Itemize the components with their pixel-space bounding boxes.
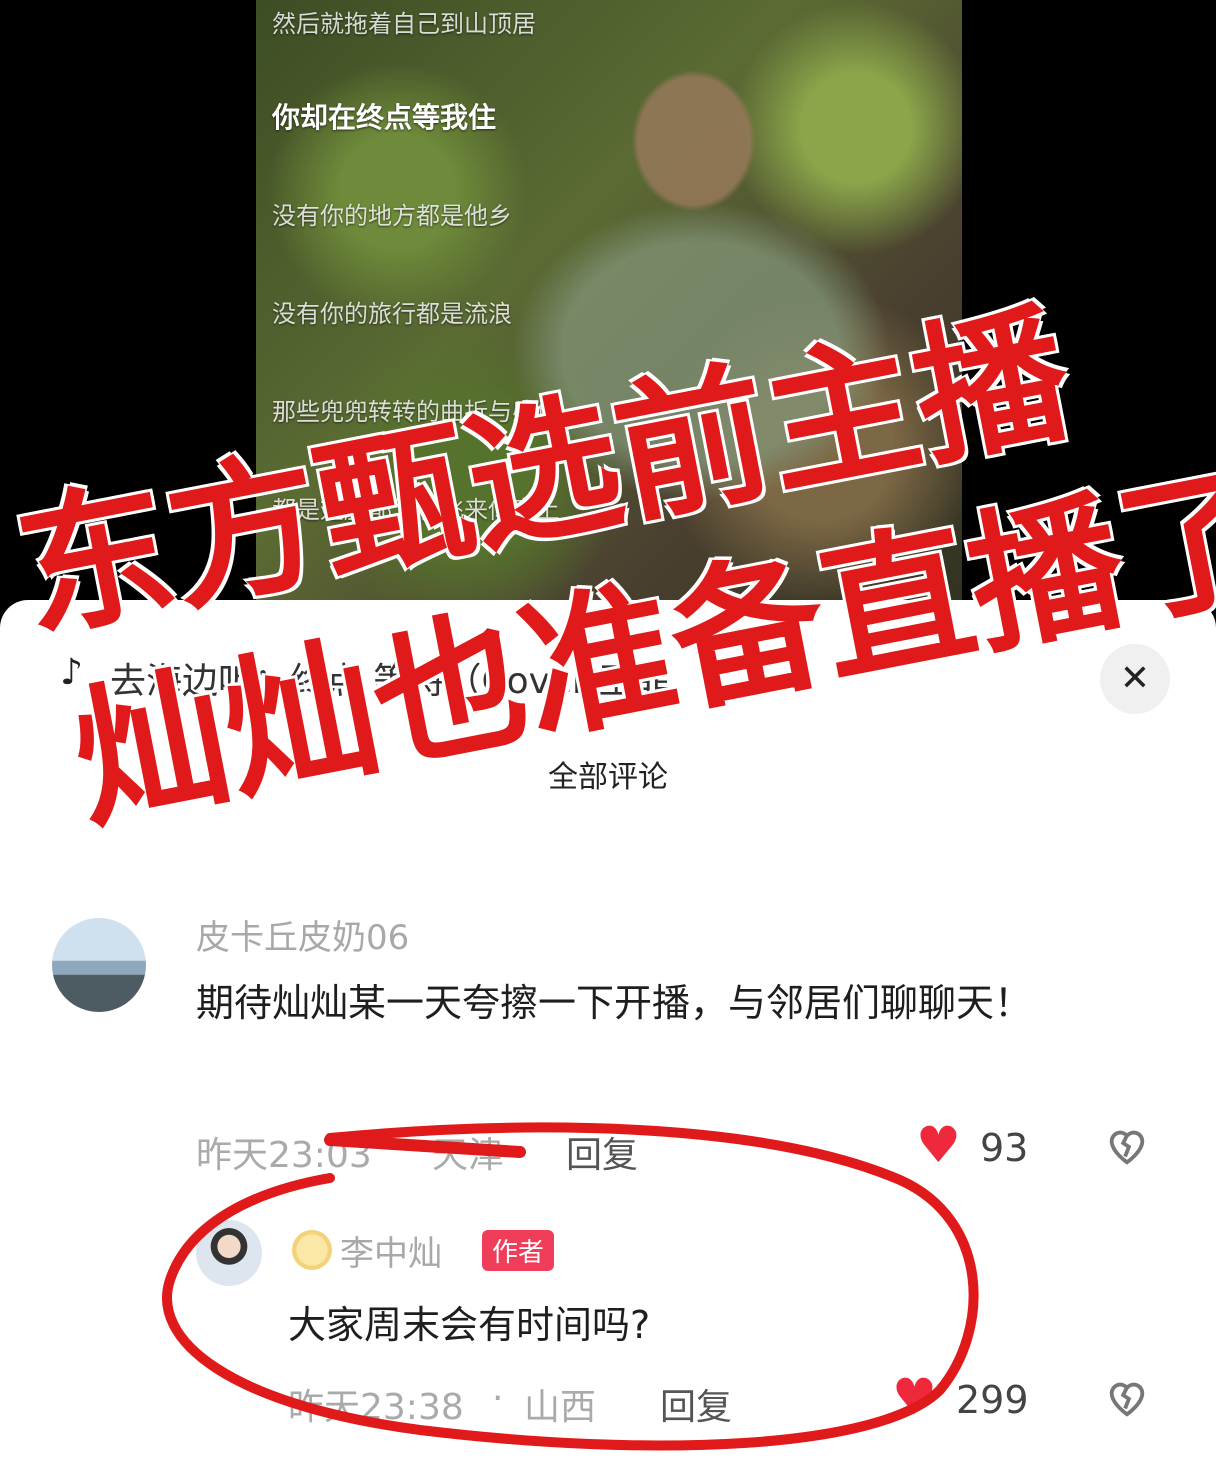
comment-time: 昨天23:03 — [196, 1135, 372, 1176]
comment-separator: · — [492, 1378, 504, 1419]
comment-separator: · — [400, 1126, 412, 1167]
current-lyric-line: 你却在终点等我住 — [272, 101, 497, 134]
avatar[interactable] — [52, 918, 146, 1012]
avatar[interactable] — [196, 1220, 262, 1286]
lyric-line: 没有你的地方都是他乡 — [272, 202, 512, 230]
like-heart-icon[interactable]: ♥ — [892, 1372, 937, 1422]
dislike-icon[interactable] — [1104, 1374, 1150, 1420]
lyric-line: 没有你的旅行都是流浪 — [272, 300, 512, 328]
dislike-icon[interactable] — [1104, 1122, 1150, 1168]
sun-badge-icon — [292, 1230, 332, 1270]
like-heart-icon[interactable]: ♥ — [916, 1120, 961, 1170]
like-count: 299 — [956, 1378, 1029, 1422]
reply-button[interactable]: 回复 — [660, 1378, 732, 1430]
comment-username[interactable]: 李中灿 — [340, 1226, 442, 1275]
reply-button[interactable]: 回复 — [566, 1126, 638, 1178]
comment-location: 天津 — [432, 1135, 505, 1176]
like-count: 93 — [980, 1126, 1029, 1170]
comment-username[interactable]: 皮卡丘皮奶06 — [196, 910, 409, 959]
author-badge: 作者 — [482, 1230, 555, 1271]
comment-text: 期待灿灿某一天夸擦一下开播，与邻居们聊聊天！ — [196, 981, 1033, 1025]
comment-time: 昨天23:38 — [288, 1387, 464, 1428]
comment-location: 山西 — [524, 1387, 597, 1428]
comment-text: 大家周末会有时间吗? — [288, 1303, 651, 1347]
close-icon: ✕ — [1119, 658, 1151, 699]
lyric-line: 然后就拖着自己到山顶居 — [272, 10, 536, 38]
